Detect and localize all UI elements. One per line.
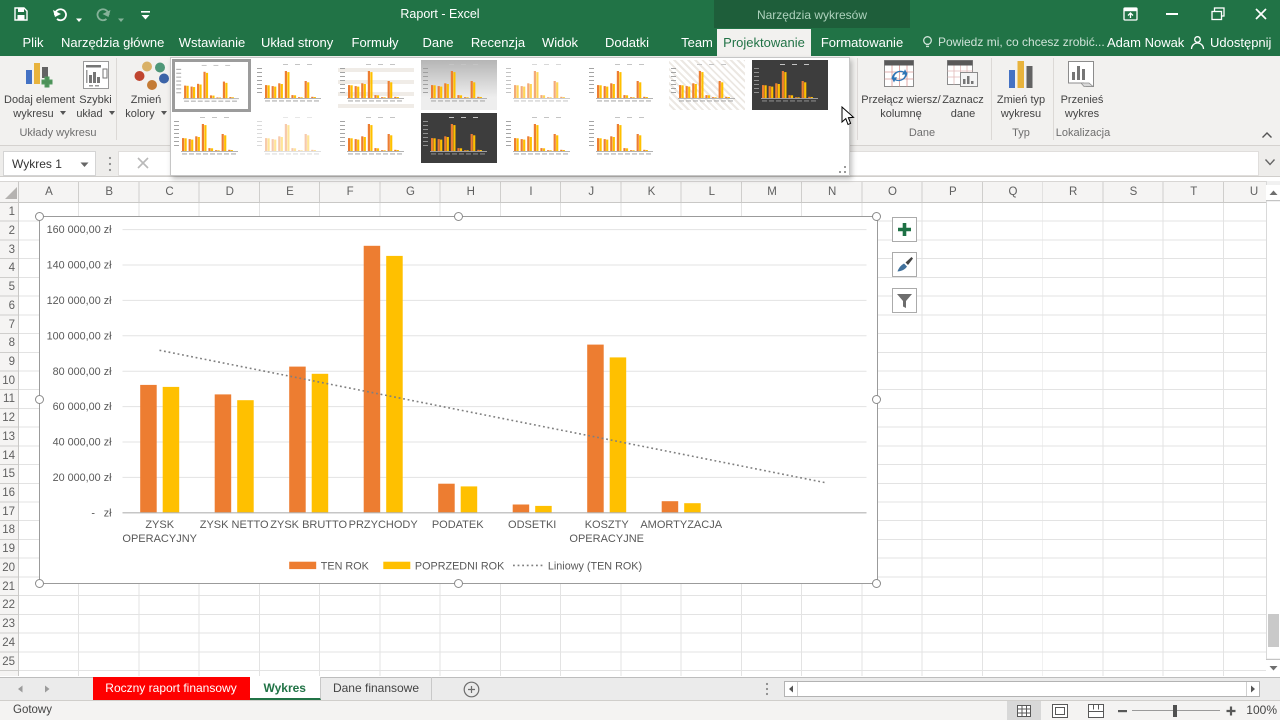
svg-text:Liniowy (TEN ROK): Liniowy (TEN ROK) [547,560,641,572]
svg-text:TEN ROK: TEN ROK [320,560,369,572]
svg-text:60 000,00 zł: 60 000,00 zł [52,401,111,413]
svg-text:AMORTYZACJA: AMORTYZACJA [640,519,722,531]
svg-text:20 000,00 zł: 20 000,00 zł [52,472,111,484]
svg-text:-: - [91,507,95,519]
svg-text:KOSZTY: KOSZTY [584,519,629,531]
svg-text:ZYSK NETTO: ZYSK NETTO [199,519,268,531]
svg-text:100 000,00 zł: 100 000,00 zł [46,330,111,342]
svg-text:ZYSK: ZYSK [145,519,174,531]
svg-text:ODSETKI: ODSETKI [508,519,556,531]
svg-text:PRZYCHODY: PRZYCHODY [348,519,418,531]
svg-text:160 000,00 zł: 160 000,00 zł [46,224,111,236]
svg-text:40 000,00 zł: 40 000,00 zł [52,436,111,448]
svg-text:140 000,00 zł: 140 000,00 zł [46,259,111,271]
svg-text:zł: zł [103,507,111,519]
svg-text:120 000,00 zł: 120 000,00 zł [46,295,111,307]
svg-text:80 000,00 zł: 80 000,00 zł [52,365,111,377]
svg-text:ZYSK BRUTTO: ZYSK BRUTTO [270,519,347,531]
svg-text:POPRZEDNI ROK: POPRZEDNI ROK [414,560,504,572]
svg-text:PODATEK: PODATEK [431,519,483,531]
svg-text:OPERACYJNE: OPERACYJNE [569,533,644,545]
svg-text:OPERACYJNY: OPERACYJNY [122,533,197,545]
